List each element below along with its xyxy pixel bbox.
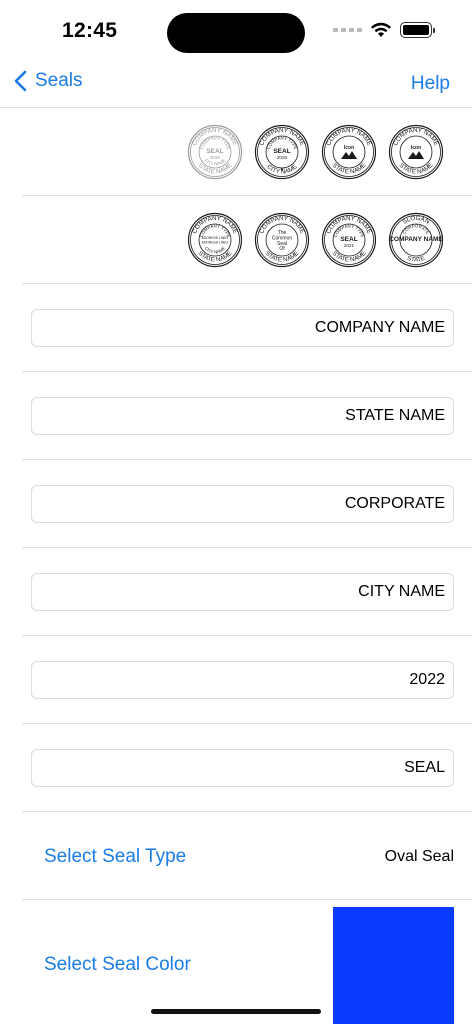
seal-center-text: SEAL bbox=[206, 148, 223, 155]
seal-center-text: SEAL bbox=[273, 148, 290, 155]
seal-center-text: Icon bbox=[411, 145, 421, 151]
select-seal-type-button[interactable]: Select Seal Type bbox=[44, 846, 186, 868]
seal-center-text: Of bbox=[279, 246, 285, 252]
seal-style-option[interactable]: COMPANY NAMESTATE NAMECOMPANY TYPECITY N… bbox=[187, 124, 243, 180]
seal-center-text: SEAL bbox=[340, 236, 357, 243]
select-seal-color-button[interactable]: Select Seal Color bbox=[44, 954, 191, 976]
seal-center-text: COMPANY NAME bbox=[389, 236, 443, 243]
back-button-label: Seals bbox=[35, 70, 83, 91]
help-button[interactable]: Help bbox=[411, 73, 450, 95]
city-name-row bbox=[22, 548, 472, 636]
status-bar: 12:45 bbox=[0, 0, 472, 64]
seal-style-option[interactable]: COMPANY NAMECITY NAMECOMPANY TYPESEAL202… bbox=[254, 124, 310, 180]
seal-style-row-2: COMPANY NAME STATE NAME COMPANY TYPE CITY N… bbox=[22, 196, 472, 284]
seal-center-text: 2020 bbox=[277, 155, 288, 160]
seal-text-row bbox=[22, 724, 472, 812]
state-name-field[interactable] bbox=[31, 397, 454, 435]
company-name-field[interactable] bbox=[31, 309, 454, 347]
company-name-row bbox=[22, 284, 472, 372]
seal-style-option[interactable]: COMPANY NAMESTATE NAMECOMPANY TYPESEAL20… bbox=[321, 212, 377, 268]
navigation-bar: Seals Help bbox=[0, 64, 472, 108]
seal-type-value: Oval Seal bbox=[384, 848, 454, 865]
corporate-field[interactable] bbox=[31, 485, 454, 523]
seal-center-text: 2021 bbox=[344, 243, 355, 248]
seal-style-option[interactable]: SLOGANSTATECORPORATECOMPANY NAME bbox=[388, 212, 444, 268]
state-name-row bbox=[22, 372, 472, 460]
seal-center-text: Icon bbox=[344, 145, 354, 151]
back-button[interactable]: Seals bbox=[14, 70, 83, 92]
seal-type-row[interactable]: Select Seal Type Oval Seal bbox=[22, 812, 472, 900]
year-field[interactable] bbox=[31, 661, 454, 699]
seal-color-swatch[interactable] bbox=[333, 907, 454, 1024]
wifi-icon bbox=[371, 22, 391, 37]
seal-center-text: ★ bbox=[280, 167, 285, 173]
battery-icon bbox=[400, 22, 435, 38]
seal-center-text: ADDRESS LINE1 bbox=[202, 236, 229, 240]
chevron-left-icon bbox=[14, 70, 27, 92]
seal-style-option[interactable]: COMPANY NAMESTATE NAMEIcon bbox=[388, 124, 444, 180]
status-indicators bbox=[333, 22, 435, 38]
dynamic-island bbox=[167, 13, 305, 53]
seal-center-text: 2020 bbox=[210, 155, 221, 160]
seal-style-option[interactable]: COMPANY NAMESTATE NAMEIcon bbox=[321, 124, 377, 180]
seal-style-option[interactable]: COMPANY NAMESTATE NAMECOMPANY TYPECITY N… bbox=[187, 212, 243, 268]
seal-center-text: ADDRESS LINE2 bbox=[202, 240, 229, 244]
city-name-field[interactable] bbox=[31, 573, 454, 611]
corporate-row bbox=[22, 460, 472, 548]
seal-style-row-1: COMPANY NAME STATE NAME COMPANY TYPE CITY N… bbox=[22, 108, 472, 196]
seal-text-field[interactable] bbox=[31, 749, 454, 787]
cellular-signal-icon bbox=[333, 28, 362, 32]
year-row bbox=[22, 636, 472, 724]
status-time: 12:45 bbox=[62, 19, 118, 42]
seal-color-row[interactable]: Select Seal Color bbox=[22, 900, 472, 1024]
seal-style-option[interactable]: COMPANY NAMESTATE NAMETheCommonSealOf bbox=[254, 212, 310, 268]
home-indicator bbox=[151, 1009, 321, 1014]
